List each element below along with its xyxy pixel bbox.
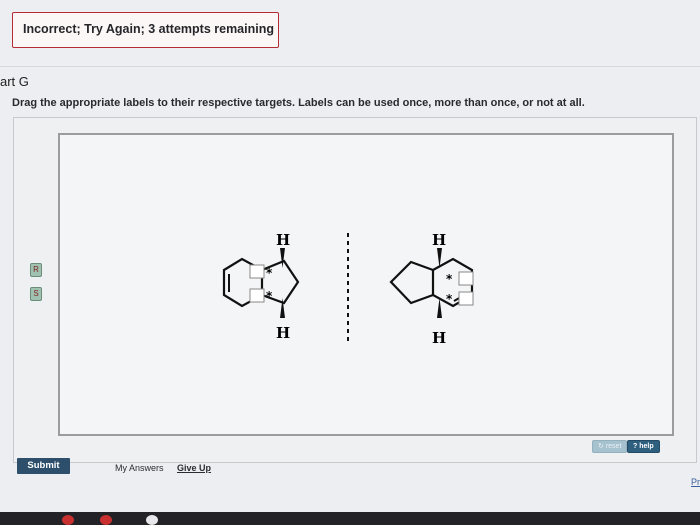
left-top-h: H [276, 231, 290, 249]
taskbar-red-icon[interactable] [100, 515, 112, 525]
help-button[interactable]: ? help [627, 440, 660, 453]
reset-button[interactable]: ↻ reset [592, 440, 628, 453]
taskbar-app-icon[interactable] [146, 515, 158, 525]
right-bottom-drop-target[interactable] [458, 291, 474, 306]
part-title: art G [0, 74, 29, 89]
right-top-stereo-mark: * [446, 272, 453, 286]
help-label: help [639, 443, 654, 450]
left-bottom-h: H [276, 324, 290, 342]
label-s-chip[interactable]: S [30, 287, 42, 301]
left-bottom-drop-target[interactable] [249, 288, 265, 303]
my-answers-link[interactable]: My Answers [115, 463, 164, 473]
header-divider [0, 66, 700, 67]
help-icon: ? [633, 443, 638, 450]
left-top-wedge [280, 248, 285, 268]
corner-link[interactable]: Pr [691, 477, 700, 487]
right-bottom-stereo-mark: * [446, 292, 453, 306]
left-bottom-stereo-mark: * [266, 289, 273, 303]
right-top-h: H [432, 231, 446, 249]
mirror-molecules-diagram: H H * * H H * * [222, 231, 474, 347]
left-top-stereo-mark: * [266, 266, 273, 280]
taskbar-red-icon[interactable] [62, 515, 74, 525]
right-bottom-h: H [432, 329, 446, 347]
right-bottom-wedge [437, 298, 442, 318]
label-r-chip[interactable]: R [30, 263, 42, 277]
give-up-link[interactable]: Give Up [177, 463, 211, 473]
feedback-banner: Incorrect; Try Again; 3 attempts remaini… [12, 12, 279, 48]
left-top-drop-target[interactable] [249, 264, 265, 279]
reset-icon: ↻ [598, 443, 604, 450]
instructions-text: Drag the appropriate labels to their res… [12, 97, 585, 109]
reset-label: reset [605, 443, 622, 450]
submit-button[interactable]: Submit [17, 458, 70, 474]
right-top-drop-target[interactable] [458, 271, 474, 286]
right-five-ring [389, 260, 434, 305]
feedback-text: Incorrect; Try Again; 3 attempts remaini… [23, 22, 274, 36]
